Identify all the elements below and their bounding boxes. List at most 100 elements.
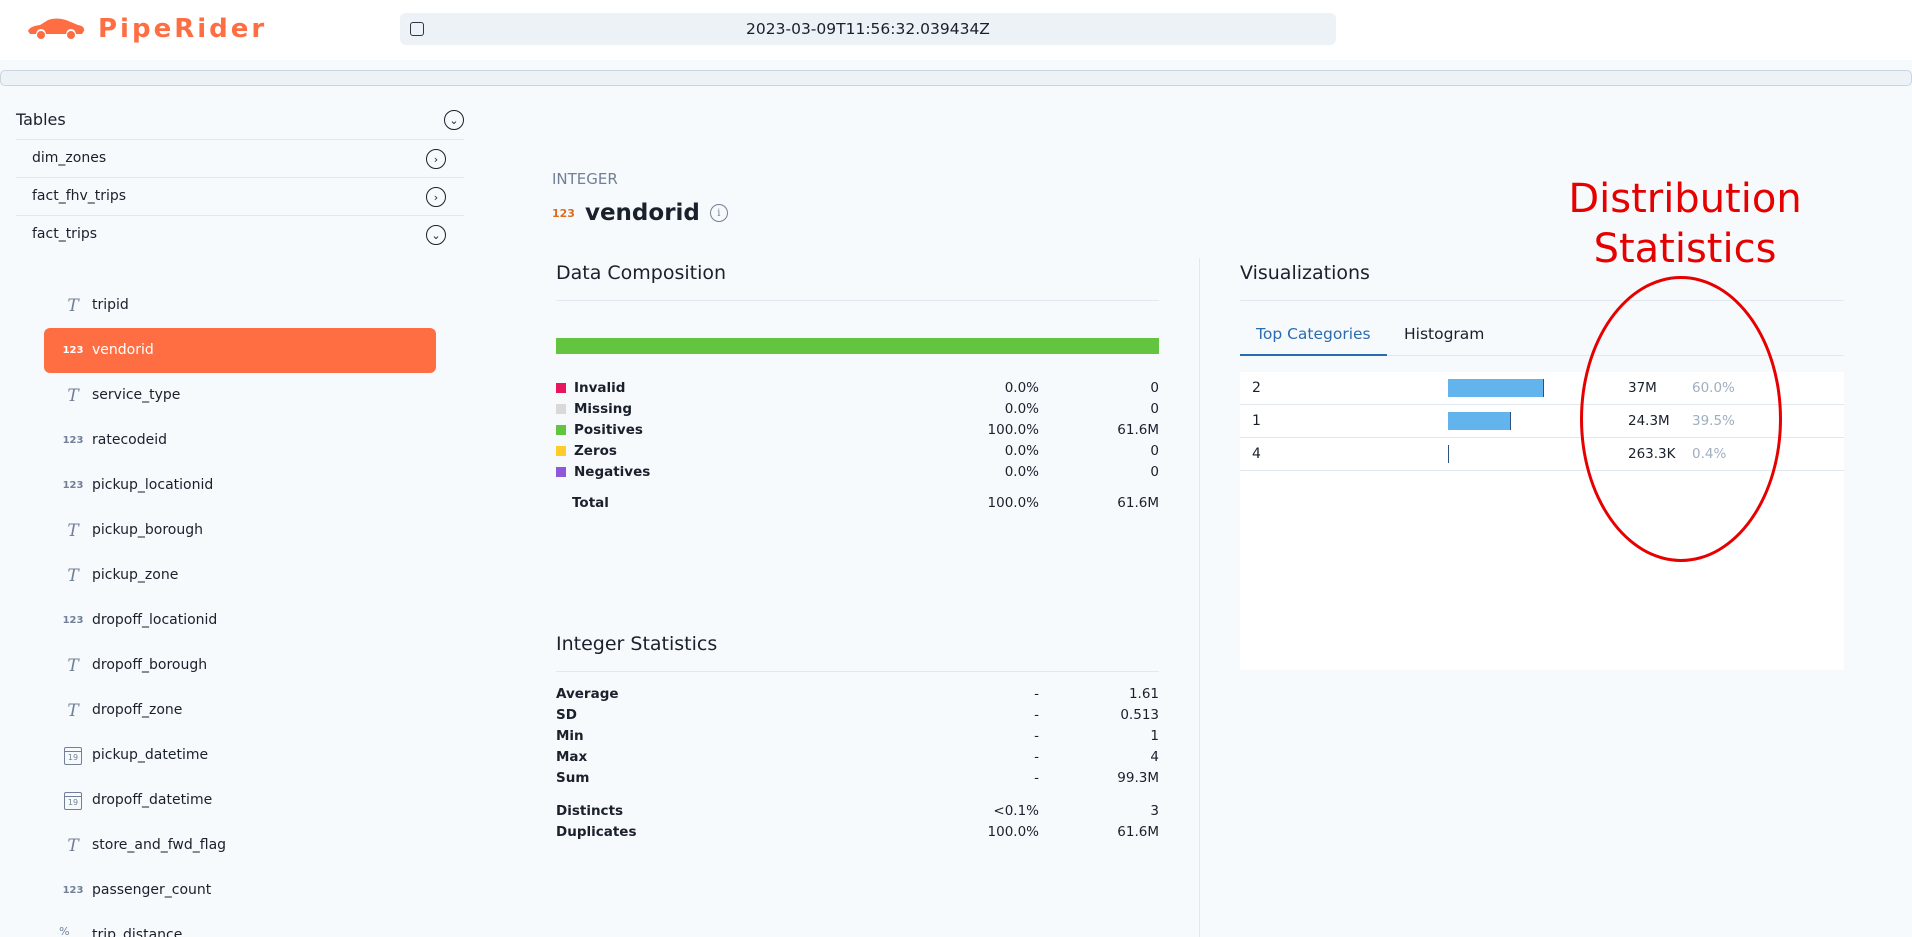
column-name: vendorid — [584, 200, 700, 226]
stat-label: Duplicates — [556, 824, 637, 840]
stat-label: SD — [556, 707, 577, 723]
run-timestamp: 2023-03-09T11:56:32.039434Z — [746, 20, 990, 38]
stat-value: 99.3M — [1117, 770, 1159, 786]
column-item-label: store_and_fwd_flag — [92, 837, 227, 853]
column-item-store-and-fwd-flag[interactable]: Tstore_and_fwd_flag — [44, 823, 436, 868]
table-item-label: fact_fhv_trips — [32, 188, 127, 204]
chevron-right-icon[interactable]: › — [426, 187, 446, 207]
tables-sidebar: Tables ⌄ dim_zones › fact_fhv_trips › fa… — [0, 86, 470, 937]
column-item-label: pickup_locationid — [92, 477, 214, 493]
category-bar — [1448, 412, 1511, 430]
stat-percent: - — [1034, 749, 1039, 765]
stat-row-distincts: Distincts <0.1% 3 — [556, 801, 1159, 822]
panel-divider — [1199, 258, 1200, 937]
annotation-line-1: Distribution — [1568, 176, 1802, 222]
datetime-type-icon: 19 — [62, 733, 84, 778]
text-type-icon: T — [67, 385, 79, 406]
composition-bar — [556, 338, 1159, 354]
composition-label: Positives — [574, 422, 643, 438]
column-item-vendorid[interactable]: 123 vendorid — [44, 328, 436, 373]
chevron-right-icon[interactable]: › — [426, 149, 446, 169]
column-item-label: pickup_borough — [92, 522, 204, 538]
column-item-label: dropoff_datetime — [92, 792, 213, 808]
category-bar — [1448, 379, 1544, 397]
column-item-label: dropoff_zone — [92, 702, 183, 718]
stat-percent: - — [1034, 728, 1039, 744]
run-selector[interactable]: 2023-03-09T11:56:32.039434Z — [400, 13, 1336, 45]
column-item-trip-distance[interactable]: %−×+ trip_distance — [44, 913, 436, 937]
column-item-dropoff-datetime[interactable]: 19 dropoff_datetime — [44, 778, 436, 823]
table-item-fact-trips[interactable]: fact_trips ⌄ — [16, 215, 464, 253]
data-composition-title: Data Composition — [556, 262, 727, 284]
composition-row-invalid: Invalid 0.0% 0 — [556, 378, 1159, 399]
table-item-dim-zones[interactable]: dim_zones › — [16, 139, 464, 177]
column-item-pickup-locationid[interactable]: 123 pickup_locationid — [44, 463, 436, 508]
integer-type-icon: 123 — [62, 345, 84, 356]
column-item-pickup-zone[interactable]: Tpickup_zone — [44, 553, 436, 598]
composition-label: Missing — [574, 401, 633, 417]
column-item-tripid[interactable]: Ttripid — [44, 283, 436, 328]
composition-count: 61.6M — [1117, 422, 1159, 438]
legend-swatch — [556, 404, 566, 414]
stat-value: 1 — [1150, 728, 1159, 744]
composition-count: 0 — [1150, 380, 1159, 396]
column-item-pickup-datetime[interactable]: 19 pickup_datetime — [44, 733, 436, 778]
stat-value: 0.513 — [1120, 707, 1159, 723]
legend-swatch — [556, 425, 566, 435]
composition-percent: 0.0% — [1004, 401, 1039, 417]
integer-type-icon: 123 — [552, 206, 575, 220]
column-heading: 123 vendorid i — [552, 200, 728, 226]
legend-swatch — [556, 467, 566, 477]
column-item-label: service_type — [92, 387, 181, 403]
integer-type-icon: 123 — [62, 885, 84, 896]
stat-percent: <0.1% — [993, 803, 1039, 819]
chevron-down-icon[interactable]: ⌄ — [426, 225, 446, 245]
composition-label: Negatives — [574, 464, 651, 480]
tab-histogram[interactable]: Histogram — [1388, 318, 1500, 356]
composition-label: Invalid — [574, 380, 626, 396]
composition-row-total: Total 100.0% 61.6M — [556, 493, 1159, 514]
column-item-label: vendorid — [92, 342, 154, 358]
tables-heading: Tables — [16, 110, 66, 129]
column-item-label: passenger_count — [92, 882, 212, 898]
stat-row-sum: Sum - 99.3M — [556, 768, 1159, 789]
composition-percent: 100.0% — [987, 422, 1039, 438]
column-item-dropoff-zone[interactable]: Tdropoff_zone — [44, 688, 436, 733]
category-name: 1 — [1252, 413, 1261, 429]
integer-statistics-title: Integer Statistics — [556, 633, 718, 655]
section-divider — [1240, 300, 1844, 301]
column-item-pickup-borough[interactable]: Tpickup_borough — [44, 508, 436, 553]
horizontal-scrollbar[interactable] — [0, 70, 1912, 86]
composition-row-negatives: Negatives 0.0% 0 — [556, 462, 1159, 483]
text-type-icon: T — [67, 700, 79, 721]
piperider-logo[interactable]: PipeRider — [26, 14, 267, 44]
integer-type-icon: 123 — [62, 480, 84, 491]
column-item-dropoff-borough[interactable]: Tdropoff_borough — [44, 643, 436, 688]
composition-percent: 0.0% — [1004, 380, 1039, 396]
composition-label: Total — [572, 495, 609, 511]
legend-swatch — [556, 383, 566, 393]
chevron-down-icon[interactable]: ⌄ — [444, 110, 464, 130]
composition-row-zeros: Zeros 0.0% 0 — [556, 441, 1159, 462]
column-item-service-type[interactable]: Tservice_type — [44, 373, 436, 418]
annotation-ellipse — [1580, 276, 1782, 562]
column-item-label: tripid — [92, 297, 129, 313]
numeric-type-icon: %−×+ — [59, 924, 87, 937]
category-bar — [1448, 445, 1449, 463]
stat-percent: 100.0% — [987, 824, 1039, 840]
table-item-fact-fhv-trips[interactable]: fact_fhv_trips › — [16, 177, 464, 215]
column-item-dropoff-locationid[interactable]: 123 dropoff_locationid — [44, 598, 436, 643]
datetime-type-icon: 19 — [62, 778, 84, 823]
column-item-ratecodeid[interactable]: 123 ratecodeid — [44, 418, 436, 463]
annotation-line-2: Statistics — [1593, 226, 1777, 272]
column-item-passenger-count[interactable]: 123 passenger_count — [44, 868, 436, 913]
stat-row-average: Average - 1.61 — [556, 684, 1159, 705]
stat-value: 4 — [1150, 749, 1159, 765]
info-icon[interactable]: i — [709, 204, 728, 222]
text-type-icon: T — [67, 835, 79, 856]
tab-top-categories[interactable]: Top Categories — [1240, 318, 1387, 356]
stat-percent: - — [1034, 707, 1039, 723]
stat-row-max: Max - 4 — [556, 747, 1159, 768]
category-name: 4 — [1252, 446, 1261, 462]
text-type-icon: T — [67, 295, 79, 316]
